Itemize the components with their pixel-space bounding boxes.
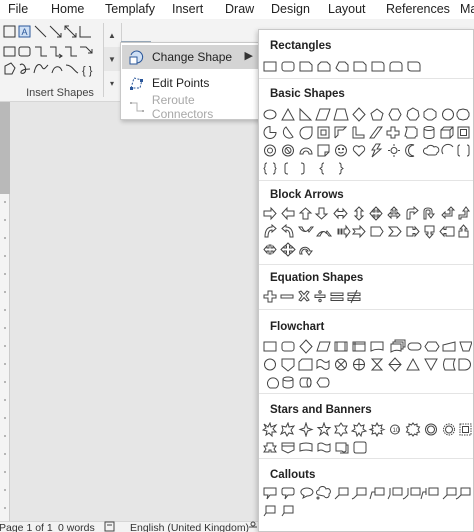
menu-item-label: Reroute Connectors: [151, 93, 214, 121]
divider: [259, 309, 473, 310]
shape-row[interactable]: [262, 486, 472, 501]
shape-row[interactable]: [262, 242, 472, 257]
category-title: Flowchart: [270, 321, 325, 333]
category-title: Block Arrows: [270, 189, 344, 201]
category-title: Equation Shapes: [270, 272, 364, 284]
change-shape-icon: [122, 49, 152, 65]
category-title: Basic Shapes: [270, 88, 345, 100]
divider: [259, 180, 473, 181]
insert-shapes-gallery[interactable]: A { }: [2, 23, 102, 97]
gallery-scroll[interactable]: ▲ ▼ ▾: [103, 23, 120, 97]
tab-home[interactable]: Home: [51, 2, 84, 16]
submenu-arrow-icon: ▶: [244, 50, 253, 62]
shape-row[interactable]: [262, 161, 472, 176]
divider: [259, 458, 473, 459]
textbox-shape-icon: [3, 25, 16, 38]
shape-row[interactable]: [262, 224, 472, 239]
divider: [259, 393, 473, 394]
change-shape-gallery: Rectangles Basic Shapes Block Arrows Equ…: [258, 29, 474, 532]
tab-templafy[interactable]: Templafy: [105, 2, 155, 16]
shape-row[interactable]: [262, 375, 472, 390]
shape-row[interactable]: [262, 289, 472, 304]
edit-shape-menu: Change Shape ▶ Edit Points Reroute Conne…: [120, 42, 260, 121]
divider: [259, 264, 473, 265]
rect-shape-icon: [263, 61, 277, 72]
shape-row[interactable]: [262, 357, 472, 372]
category-title: Callouts: [270, 469, 316, 481]
svg-text:{ }: { }: [82, 65, 93, 77]
category-title: Stars and Banners: [270, 404, 372, 416]
menu-item-edit-points[interactable]: Edit Points: [122, 71, 259, 95]
status-page[interactable]: Page 1 of 1: [0, 522, 53, 532]
shape-row[interactable]: 10: [262, 422, 472, 437]
shape-row[interactable]: [262, 107, 472, 122]
shape-row[interactable]: [262, 206, 472, 221]
tab-file[interactable]: File: [8, 2, 28, 16]
shape-row[interactable]: [262, 125, 472, 140]
tab-layout[interactable]: Layout: [328, 2, 366, 16]
tab-insert[interactable]: Insert: [172, 2, 203, 16]
tab-draw[interactable]: Draw: [225, 2, 254, 16]
vertical-ruler: [0, 102, 10, 522]
proofing-icon[interactable]: [104, 521, 116, 532]
reroute-connectors-icon: [122, 99, 152, 115]
svg-text:10: 10: [393, 428, 400, 434]
tab-references[interactable]: References: [386, 2, 450, 16]
divider: [259, 78, 473, 79]
menu-item-reroute-connectors[interactable]: Reroute Connectors: [122, 93, 259, 121]
svg-text:A: A: [22, 27, 28, 37]
menu-item-label: Edit Points: [152, 76, 210, 90]
menu-item-change-shape[interactable]: Change Shape ▶: [122, 45, 259, 69]
shape-row[interactable]: [262, 504, 472, 519]
tab-mailings[interactable]: Ma: [460, 2, 474, 16]
insert-shapes-group-label: Insert Shapes: [26, 87, 94, 99]
status-language[interactable]: English (United Kingdom): [130, 522, 249, 532]
shape-row[interactable]: [262, 143, 472, 158]
edit-points-icon: [122, 75, 152, 91]
gallery-scroll-up-icon[interactable]: ▲: [104, 23, 120, 47]
shape-row[interactable]: [262, 59, 472, 74]
status-words[interactable]: 0 words: [58, 522, 95, 532]
shape-row[interactable]: [262, 440, 472, 455]
gallery-scroll-down-icon[interactable]: ▼: [104, 47, 120, 71]
ribbon-tab-bar: File Home Templafy Insert Draw Design La…: [0, 0, 474, 19]
category-title: Rectangles: [270, 40, 332, 52]
menu-item-label: Change Shape: [152, 50, 233, 64]
shape-row[interactable]: [262, 339, 472, 354]
tab-design[interactable]: Design: [271, 2, 310, 16]
